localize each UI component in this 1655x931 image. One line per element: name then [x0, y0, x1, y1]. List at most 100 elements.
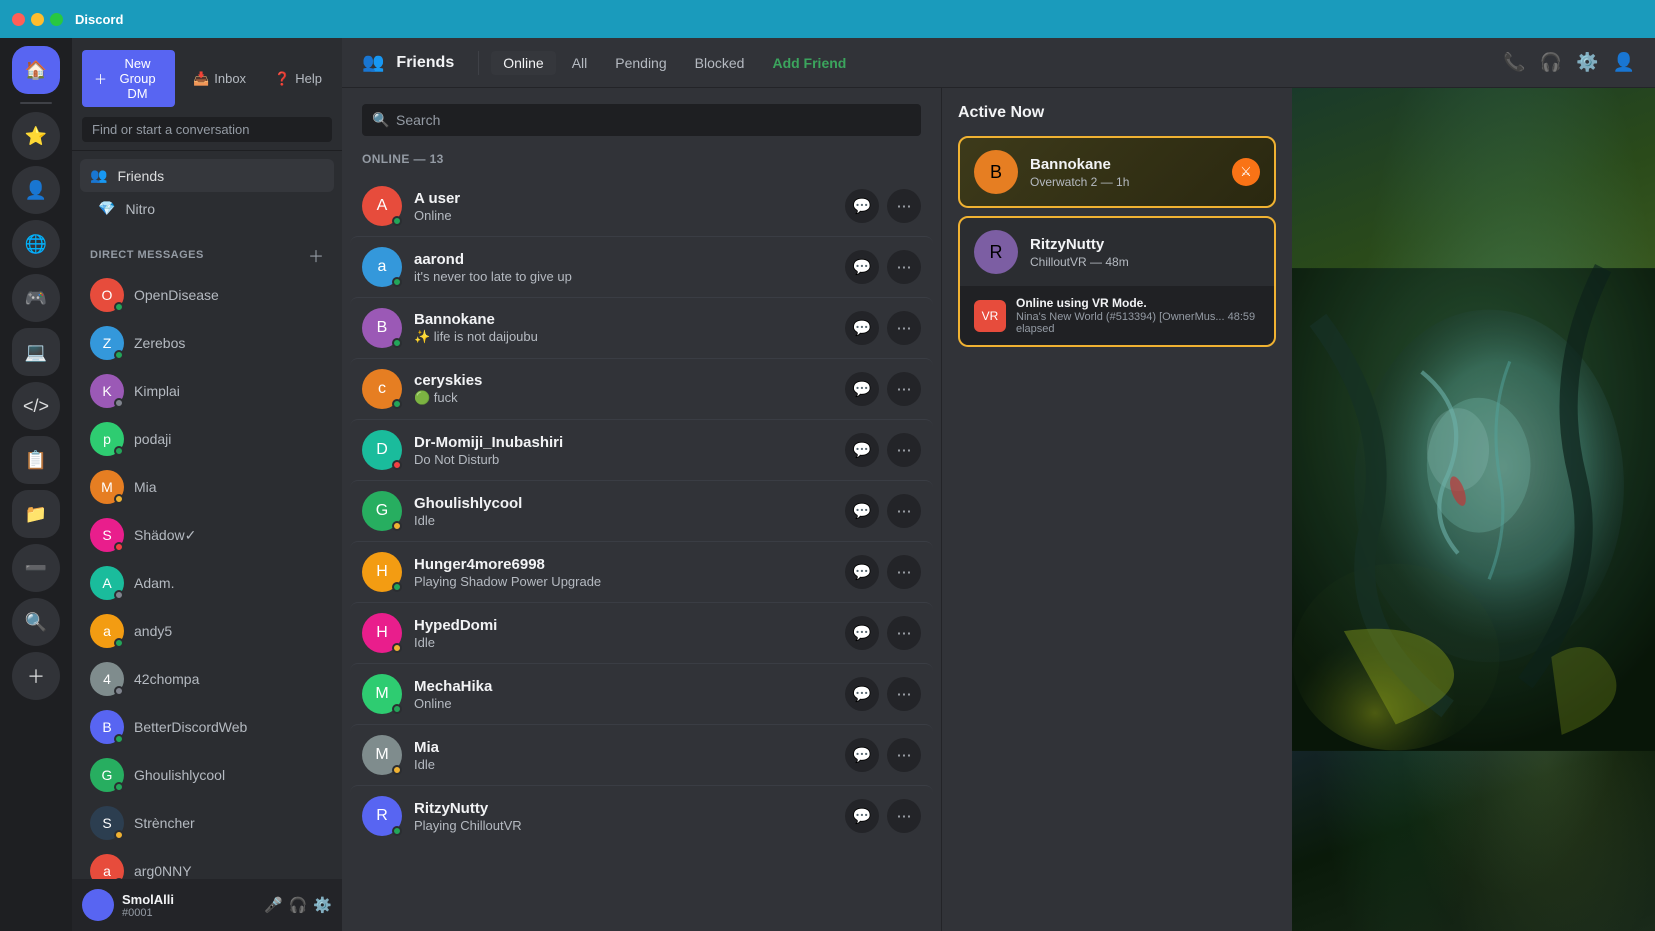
- add-dm-button[interactable]: ＋: [308, 243, 324, 267]
- friend-info: ceryskies 🟢 fuck: [414, 372, 845, 406]
- message-friend-button[interactable]: 💬: [845, 799, 879, 833]
- dm-list-item[interactable]: a andy5: [80, 607, 334, 655]
- nitro-nav-item[interactable]: 💎 Nitro: [88, 192, 326, 225]
- ritzynutty-name: RitzyNutty: [1030, 236, 1260, 253]
- server-icon-6[interactable]: </>: [12, 382, 60, 430]
- user-panel-tag: #0001: [122, 907, 256, 919]
- dm-list-item[interactable]: B BetterDiscordWeb: [80, 703, 334, 751]
- server-icon-8[interactable]: 📁: [12, 490, 60, 538]
- message-friend-button[interactable]: 💬: [845, 311, 879, 345]
- user-avatar-button[interactable]: 👤: [1613, 52, 1635, 73]
- friend-item[interactable]: H HypedDomi Idle 💬 ⋯: [350, 602, 933, 663]
- friend-item[interactable]: H Hunger4more6998 Playing Shadow Power U…: [350, 541, 933, 602]
- voice-call-button[interactable]: 📞: [1503, 52, 1525, 73]
- server-icon-2[interactable]: 👤: [12, 166, 60, 214]
- friend-item[interactable]: A A user Online 💬 ⋯: [350, 176, 933, 236]
- mute-button[interactable]: 🎤: [264, 896, 283, 914]
- home-button[interactable]: 🏠: [12, 46, 60, 94]
- dm-name: Kimplai: [134, 383, 180, 399]
- message-friend-button[interactable]: 💬: [845, 738, 879, 772]
- server-icon-10[interactable]: 🔍: [12, 598, 60, 646]
- message-friend-button[interactable]: 💬: [845, 677, 879, 711]
- more-options-button[interactable]: ⋯: [887, 555, 921, 589]
- friends-header: 👥 Friends Online All Pending Blocked Add…: [342, 38, 1655, 88]
- more-options-button[interactable]: ⋯: [887, 799, 921, 833]
- dm-list-item[interactable]: K Kimplai: [80, 367, 334, 415]
- more-options-button[interactable]: ⋯: [887, 433, 921, 467]
- new-group-dm-button[interactable]: ＋ New Group DM: [82, 50, 175, 107]
- more-options-button[interactable]: ⋯: [887, 616, 921, 650]
- more-options-button[interactable]: ⋯: [887, 250, 921, 284]
- message-friend-button[interactable]: 💬: [845, 555, 879, 589]
- tab-pending[interactable]: Pending: [603, 51, 678, 75]
- more-options-button[interactable]: ⋯: [887, 189, 921, 223]
- dm-list-item[interactable]: O OpenDisease: [80, 271, 334, 319]
- find-conversation-input[interactable]: [82, 117, 332, 142]
- dm-list-item[interactable]: S Strèncher: [80, 799, 334, 847]
- window-controls[interactable]: [12, 13, 63, 26]
- more-options-button[interactable]: ⋯: [887, 677, 921, 711]
- dm-list-item[interactable]: a arg0NNY: [80, 847, 334, 879]
- image-panel: [1292, 88, 1655, 931]
- dm-avatar-wrap: G: [90, 758, 124, 792]
- friends-search-area: 🔍: [342, 88, 941, 148]
- dm-list-item[interactable]: A Adam.: [80, 559, 334, 607]
- tab-online[interactable]: Online: [491, 51, 555, 75]
- friend-actions: 💬 ⋯: [845, 189, 921, 223]
- friend-item[interactable]: c ceryskies 🟢 fuck 💬 ⋯: [350, 358, 933, 419]
- message-friend-button[interactable]: 💬: [845, 494, 879, 528]
- friend-item[interactable]: B Bannokane ✨ life is not daijoubu 💬 ⋯: [350, 297, 933, 358]
- dm-list: O OpenDisease Z Zerebos K Kimplai p poda…: [72, 271, 342, 879]
- more-options-button[interactable]: ⋯: [887, 494, 921, 528]
- server-icon-5[interactable]: 💻: [12, 328, 60, 376]
- more-options-button[interactable]: ⋯: [887, 372, 921, 406]
- friends-nav-item[interactable]: 👥 Friends: [80, 159, 334, 192]
- tab-all[interactable]: All: [560, 51, 600, 75]
- close-button[interactable]: [12, 13, 25, 26]
- dm-name: andy5: [134, 623, 172, 639]
- add-server-button[interactable]: ＋: [12, 652, 60, 700]
- server-icon-9[interactable]: ➖: [12, 544, 60, 592]
- friend-item[interactable]: a aarond it's never too late to give up …: [350, 236, 933, 297]
- message-friend-button[interactable]: 💬: [845, 616, 879, 650]
- maximize-button[interactable]: [50, 13, 63, 26]
- friend-item[interactable]: G Ghoulishlycool Idle 💬 ⋯: [350, 480, 933, 541]
- dm-avatar-wrap: S: [90, 518, 124, 552]
- vr-status: VR Online using VR Mode. Nina's New Worl…: [960, 286, 1274, 345]
- active-card-ritzynutty[interactable]: R RitzyNutty ChilloutVR — 48m VR Online …: [958, 216, 1276, 347]
- server-icon-7[interactable]: 📋: [12, 436, 60, 484]
- server-icon-4[interactable]: 🎮: [12, 274, 60, 322]
- message-friend-button[interactable]: 💬: [845, 433, 879, 467]
- friend-item[interactable]: R RitzyNutty Playing ChilloutVR 💬 ⋯: [350, 785, 933, 846]
- help-button[interactable]: ❓ Help: [264, 50, 332, 107]
- more-options-button[interactable]: ⋯: [887, 311, 921, 345]
- dm-list-item[interactable]: G Ghoulishlycool: [80, 751, 334, 799]
- dm-list-item[interactable]: Z Zerebos: [80, 319, 334, 367]
- server-icon-3[interactable]: 🌐: [12, 220, 60, 268]
- tab-blocked[interactable]: Blocked: [683, 51, 757, 75]
- server-icon-1[interactable]: ⭐: [12, 112, 60, 160]
- minimize-button[interactable]: [31, 13, 44, 26]
- dm-list-item[interactable]: p podaji: [80, 415, 334, 463]
- settings-button[interactable]: ⚙️: [313, 896, 332, 914]
- friend-item[interactable]: M MechaHika Online 💬 ⋯: [350, 663, 933, 724]
- video-call-button[interactable]: 🎧: [1540, 52, 1562, 73]
- active-card-bannokane[interactable]: B Bannokane Overwatch 2 — 1h ⚔: [958, 136, 1276, 208]
- deafen-button[interactable]: 🎧: [289, 896, 308, 914]
- dm-list-item[interactable]: M Mia: [80, 463, 334, 511]
- dm-list-item[interactable]: 4 42chompa: [80, 655, 334, 703]
- friend-item[interactable]: M Mia Idle 💬 ⋯: [350, 724, 933, 785]
- friends-search-input[interactable]: [362, 104, 921, 136]
- inbox-button[interactable]: 📥 Inbox: [183, 50, 256, 107]
- more-options-button[interactable]: ⋯: [887, 738, 921, 772]
- direct-messages-label: Direct Messages: [90, 249, 204, 261]
- friend-info: MechaHika Online: [414, 678, 845, 711]
- dm-list-item[interactable]: S Shädow✓: [80, 511, 334, 559]
- friend-item[interactable]: D Dr-Momiji_Inubashiri Do Not Disturb 💬 …: [350, 419, 933, 480]
- main-content: 👥 Friends Online All Pending Blocked Add…: [342, 38, 1655, 931]
- search-friends-button[interactable]: ⚙️: [1576, 52, 1598, 73]
- message-friend-button[interactable]: 💬: [845, 250, 879, 284]
- message-friend-button[interactable]: 💬: [845, 372, 879, 406]
- tab-add-friend[interactable]: Add Friend: [760, 51, 858, 75]
- message-friend-button[interactable]: 💬: [845, 189, 879, 223]
